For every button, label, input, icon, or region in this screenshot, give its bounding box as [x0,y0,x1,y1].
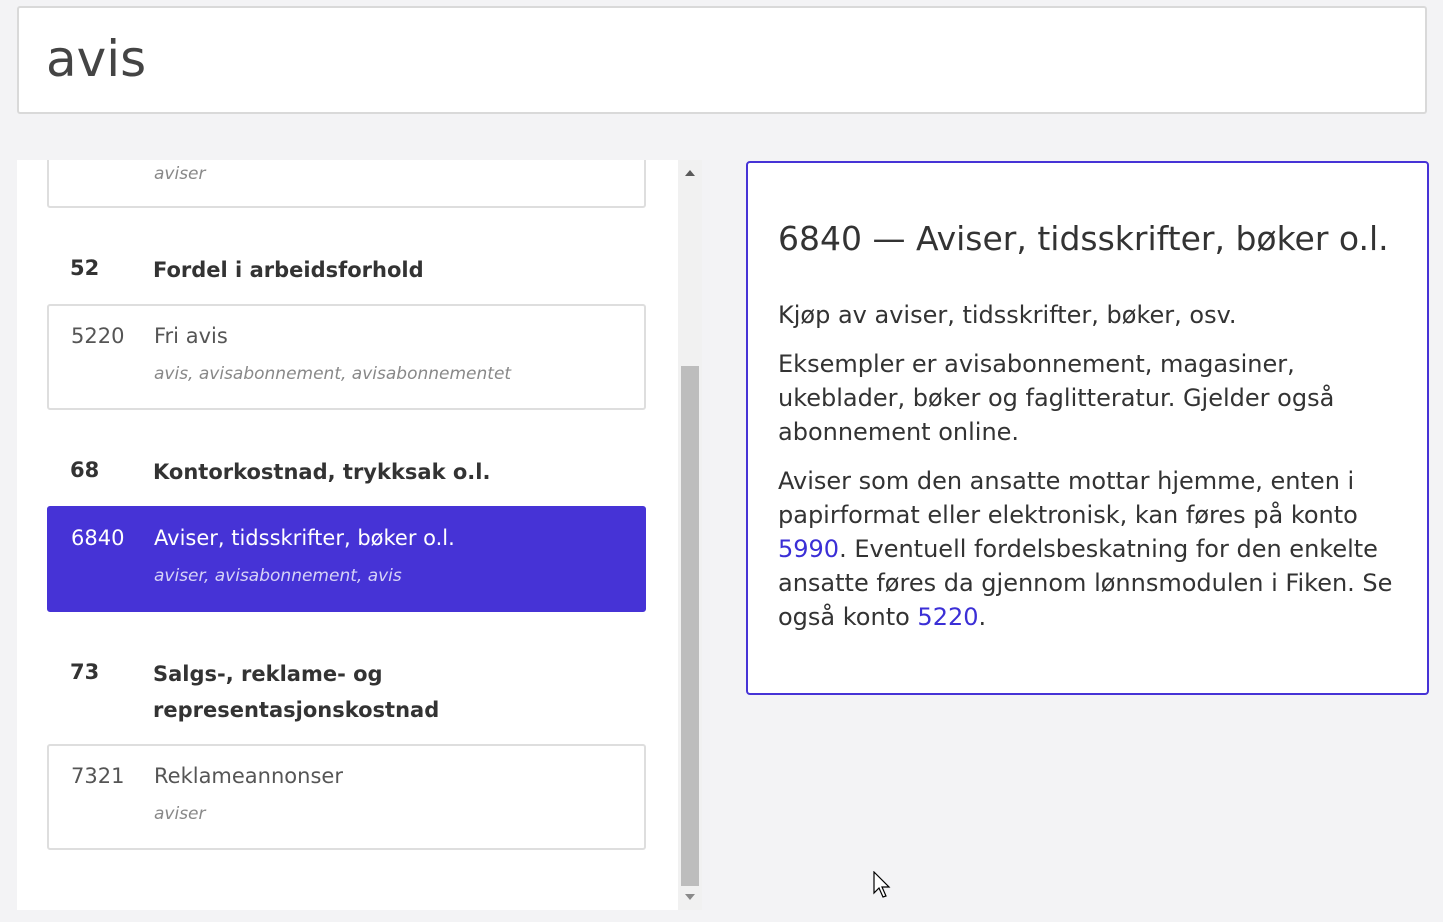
account-list[interactable]: aviser 52 Fordel i arbeidsforhold 5220 F… [17,160,702,910]
account-keywords: aviser, avisabonnement, avis [154,566,402,586]
account-name: Fri avis [154,324,228,348]
group-title: Kontorkostnad, trykksak o.l. [153,460,491,484]
account-card-5220[interactable]: 5220 Fri avis avis, avisabonnement, avis… [47,304,646,410]
detail-body: Kjøp av aviser, tidsskrifter, bøker, osv… [778,298,1398,649]
detail-text: . [978,603,987,631]
group-number: 52 [70,256,100,280]
account-card-partial[interactable]: aviser [47,160,646,208]
account-link-5990[interactable]: 5990 [778,535,839,563]
account-card-6840[interactable]: 6840 Aviser, tidsskrifter, bøker o.l. av… [47,506,646,612]
account-card-7321[interactable]: 7321 Reklameannonser aviser [47,744,646,850]
account-name: Reklameannonser [154,764,343,788]
search-box[interactable] [17,6,1427,114]
detail-paragraph: Kjøp av aviser, tidsskrifter, bøker, osv… [778,301,1237,329]
group-title-line2: representasjonskostnad [153,698,440,722]
account-keywords: aviser [154,164,206,184]
group-number: 73 [70,660,100,684]
account-list-content: aviser 52 Fordel i arbeidsforhold 5220 F… [17,160,677,910]
group-number: 68 [70,458,100,482]
account-name: Aviser, tidsskrifter, bøker o.l. [154,526,455,550]
detail-paragraph: Aviser som den ansatte mottar hjemme, en… [778,464,1398,634]
group-title: Salgs-, reklame- og [153,662,383,686]
search-input[interactable] [46,26,1386,92]
scrollbar-thumb[interactable] [681,366,699,886]
detail-text: . Eventuell fordelsbeskatning for den en… [778,535,1393,631]
mouse-cursor-icon [873,871,891,898]
account-number: 6840 [71,526,125,550]
account-number: 7321 [71,764,125,788]
detail-title: 6840 — Aviser, tidsskrifter, bøker o.l. [778,219,1389,258]
account-keywords: avis, avisabonnement, avisabonnementet [154,364,512,384]
scroll-down-arrow-icon[interactable] [685,894,695,900]
scroll-up-arrow-icon[interactable] [685,170,695,176]
detail-paragraph: Eksempler er avisabonnement, magasiner, … [778,350,1335,446]
account-keywords: aviser [154,804,206,824]
group-title: Fordel i arbeidsforhold [153,258,424,282]
account-detail-panel: 6840 — Aviser, tidsskrifter, bøker o.l. … [746,161,1429,695]
account-number: 5220 [71,324,125,348]
list-scrollbar[interactable] [678,160,702,910]
account-link-5220[interactable]: 5220 [917,603,978,631]
detail-text: Aviser som den ansatte mottar hjemme, en… [778,467,1358,529]
